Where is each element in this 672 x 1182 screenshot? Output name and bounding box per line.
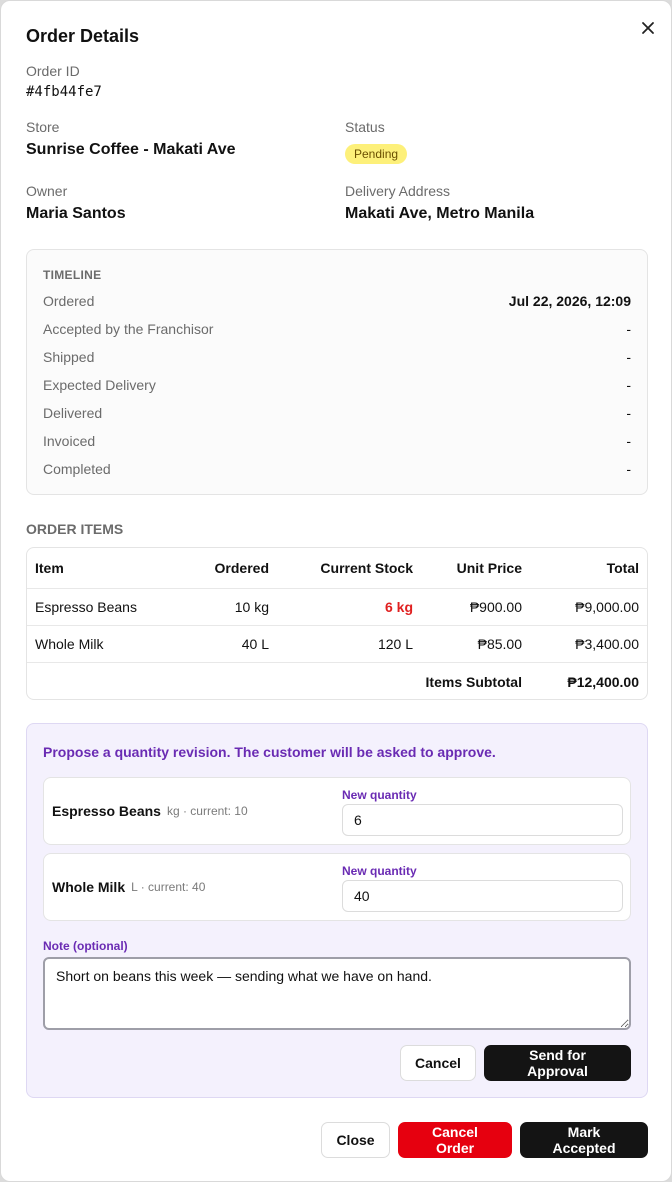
revision-item-name: Espresso Beans: [52, 803, 161, 819]
subtotal-label: Items Subtotal: [425, 673, 522, 690]
revision-item: Espresso Beans kg · current: 10: [52, 778, 248, 844]
subtotal-value: ₱12,400.00: [567, 673, 639, 690]
table-row: Whole Milk 40 L 120 L ₱85.00 ₱3,400.00: [27, 626, 647, 663]
column-header-item: Item: [35, 560, 64, 576]
delivery-address-value: Makati Ave, Metro Manila: [345, 205, 535, 222]
revision-item-name: Whole Milk: [52, 879, 126, 895]
timeline-value: -: [626, 405, 631, 421]
item-name: Espresso Beans: [35, 599, 137, 615]
quantity-revision-panel: Propose a quantity revision. The custome…: [26, 723, 648, 1098]
timeline-heading: TIMELINE: [43, 268, 102, 282]
new-quantity-label: New quantity: [342, 788, 417, 802]
item-unit-price: ₱85.00: [477, 636, 522, 652]
order-items-heading: ORDER ITEMS: [26, 521, 124, 537]
new-quantity-label: New quantity: [342, 864, 417, 878]
revision-line: Whole Milk L · current: 40 New quantity: [43, 853, 631, 921]
column-header-total: Total: [606, 560, 639, 576]
item-unit-price: ₱900.00: [469, 599, 522, 615]
timeline-label: Ordered: [43, 293, 95, 309]
timeline-label: Delivered: [43, 405, 103, 421]
timeline-value: -: [626, 377, 631, 393]
column-header-ordered: Ordered: [214, 560, 269, 576]
timeline-row: Shipped -: [43, 347, 631, 367]
owner-label: Owner: [26, 183, 68, 199]
timeline-value: -: [626, 349, 631, 365]
timeline-value: -: [626, 321, 631, 337]
note-textarea[interactable]: Short on beans this week — sending what …: [43, 957, 631, 1030]
table-row: Espresso Beans 10 kg 6 kg ₱900.00 ₱9,000…: [27, 589, 647, 626]
mark-accepted-button[interactable]: Mark Accepted: [520, 1122, 648, 1158]
timeline-label: Expected Delivery: [43, 377, 156, 393]
revision-item: Whole Milk L · current: 40: [52, 854, 205, 920]
timeline-value: Jul 22, 2026, 12:09: [508, 293, 631, 309]
cancel-order-button[interactable]: Cancel Order: [398, 1122, 512, 1158]
timeline-label: Completed: [43, 461, 111, 477]
item-ordered: 40 L: [241, 636, 269, 652]
revision-prompt: Propose a quantity revision. The custome…: [43, 744, 496, 760]
order-details-dialog: Order Details Order ID #4fb44fe7 Store S…: [0, 0, 672, 1182]
cancel-revision-button[interactable]: Cancel: [400, 1045, 476, 1081]
item-name: Whole Milk: [35, 636, 104, 652]
timeline-row: Accepted by the Franchisor -: [43, 319, 631, 339]
item-current-stock: 120 L: [377, 636, 413, 652]
note-label: Note (optional): [43, 939, 128, 953]
column-header-unit-price: Unit Price: [456, 560, 522, 576]
order-items-table: Item Ordered Current Stock Unit Price To…: [26, 547, 648, 700]
new-quantity-input-whole-milk[interactable]: [342, 880, 623, 912]
column-header-current-stock: Current Stock: [320, 560, 413, 576]
timeline-row: Delivered -: [43, 403, 631, 423]
timeline-value: -: [626, 461, 631, 477]
store-label: Store: [26, 119, 60, 135]
new-quantity-input-espresso-beans[interactable]: [342, 804, 623, 836]
timeline-value: -: [626, 433, 631, 449]
item-total: ₱3,400.00: [575, 636, 639, 652]
timeline-row: Invoiced -: [43, 431, 631, 451]
item-ordered: 10 kg: [234, 599, 269, 615]
timeline-panel: TIMELINE Ordered Jul 22, 2026, 12:09 Acc…: [26, 249, 648, 495]
close-dialog-button[interactable]: [637, 17, 659, 39]
timeline-row: Completed -: [43, 459, 631, 479]
order-id-value: #4fb44fe7: [26, 84, 102, 100]
delivery-address-label: Delivery Address: [345, 183, 451, 199]
timeline-label: Invoiced: [43, 433, 96, 449]
revision-item-meta: kg · current: 10: [166, 804, 248, 818]
timeline-label: Accepted by the Franchisor: [43, 321, 214, 337]
close-button[interactable]: Close: [321, 1122, 390, 1158]
store-value: Sunrise Coffee - Makati Ave: [26, 141, 236, 158]
order-id-label: Order ID: [26, 63, 80, 79]
close-icon: [642, 22, 654, 34]
revision-item-meta: L · current: 40: [131, 880, 206, 894]
status-badge: Pending: [345, 144, 408, 164]
timeline-row: Ordered Jul 22, 2026, 12:09: [43, 291, 631, 311]
owner-value: Maria Santos: [26, 205, 126, 222]
status-label: Status: [345, 119, 385, 135]
send-for-approval-button[interactable]: Send for Approval: [484, 1045, 631, 1081]
revision-line: Espresso Beans kg · current: 10 New quan…: [43, 777, 631, 845]
subtotal-row: Items Subtotal ₱12,400.00: [27, 663, 647, 700]
timeline-row: Expected Delivery -: [43, 375, 631, 395]
timeline-label: Shipped: [43, 349, 95, 365]
item-total: ₱9,000.00: [575, 599, 639, 615]
item-current-stock-low: 6 kg: [384, 599, 413, 615]
table-header-row: Item Ordered Current Stock Unit Price To…: [27, 548, 647, 589]
dialog-title: Order Details: [26, 26, 140, 46]
